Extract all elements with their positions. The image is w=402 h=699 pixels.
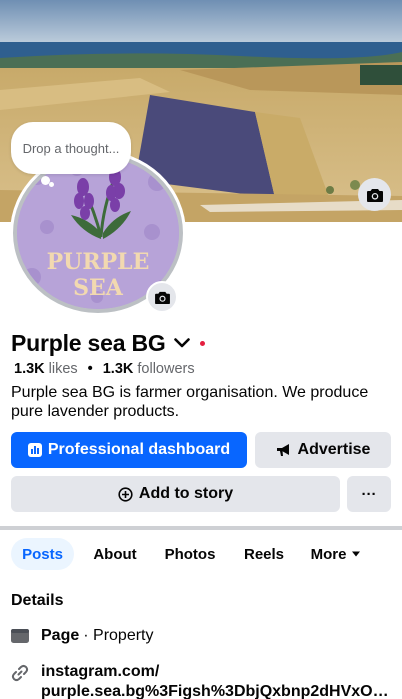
section-divider: [0, 526, 402, 530]
profile-name-row[interactable]: Purple sea BG: [11, 328, 205, 358]
cover-camera-button[interactable]: [358, 178, 391, 211]
link-line2[interactable]: purple.sea.bg%3Figsh%3DbjQxbnp2dHVxOXg=: [41, 682, 396, 699]
avatar-text-line2: SEA: [73, 275, 124, 301]
caret-down-icon: [352, 551, 361, 557]
profile-name: Purple sea BG: [11, 329, 166, 356]
detail-link-row[interactable]: instagram.com/ purple.sea.bg%3Figsh%3Dbj…: [11, 662, 396, 699]
dashboard-icon: [27, 443, 42, 457]
camera-icon: [366, 188, 383, 202]
more-options-button[interactable]: ···: [347, 476, 391, 512]
thought-placeholder: Drop a thought...: [22, 140, 120, 156]
camera-icon: [154, 291, 170, 304]
followers-count: 1.3K: [102, 361, 134, 377]
professional-dashboard-button[interactable]: Professional dashboard: [11, 432, 247, 468]
page-label: Page: [41, 627, 80, 644]
add-to-story-button[interactable]: Add to story: [11, 476, 340, 512]
details-title: Details: [11, 592, 64, 609]
professional-dashboard-label: Professional dashboard: [47, 441, 231, 458]
tab-about[interactable]: About: [86, 538, 144, 570]
followers-label[interactable]: followers: [137, 361, 194, 377]
likes-count: 1.3K: [14, 361, 45, 377]
thought-bubble[interactable]: Drop a thought...: [11, 122, 131, 174]
megaphone-icon: [276, 443, 292, 457]
profile-stats: 1.3K likes • 1.3K followers: [14, 360, 195, 378]
tab-more-label: More: [310, 545, 347, 563]
plus-circle-icon: [118, 486, 133, 502]
advertise-label: Advertise: [297, 441, 371, 458]
advertise-button[interactable]: Advertise: [255, 432, 391, 468]
page-category: · Property: [83, 627, 154, 644]
flag-icon: [11, 628, 31, 644]
link-icon: [11, 664, 31, 682]
avatar-camera-button[interactable]: [146, 281, 178, 313]
likes-label[interactable]: likes: [49, 361, 78, 377]
profile-bio: Purple sea BG is farmer organisation. We…: [11, 384, 369, 420]
tab-posts[interactable]: Posts: [11, 538, 74, 570]
tab-reels[interactable]: Reels: [238, 538, 290, 570]
tab-photos[interactable]: Photos: [158, 538, 222, 570]
link-line1[interactable]: instagram.com/: [41, 662, 396, 682]
chevron-down-icon[interactable]: [173, 334, 192, 352]
thought-bubble-tail-small: [49, 182, 54, 187]
notification-dot: [199, 340, 205, 346]
more-dots-icon: ···: [361, 485, 377, 503]
avatar-text-line1: PURPLE: [47, 249, 150, 275]
tab-more[interactable]: More: [306, 538, 366, 570]
detail-page-row: Page · Property: [11, 626, 154, 646]
stats-separator: •: [87, 361, 93, 377]
add-to-story-label: Add to story: [138, 485, 234, 502]
